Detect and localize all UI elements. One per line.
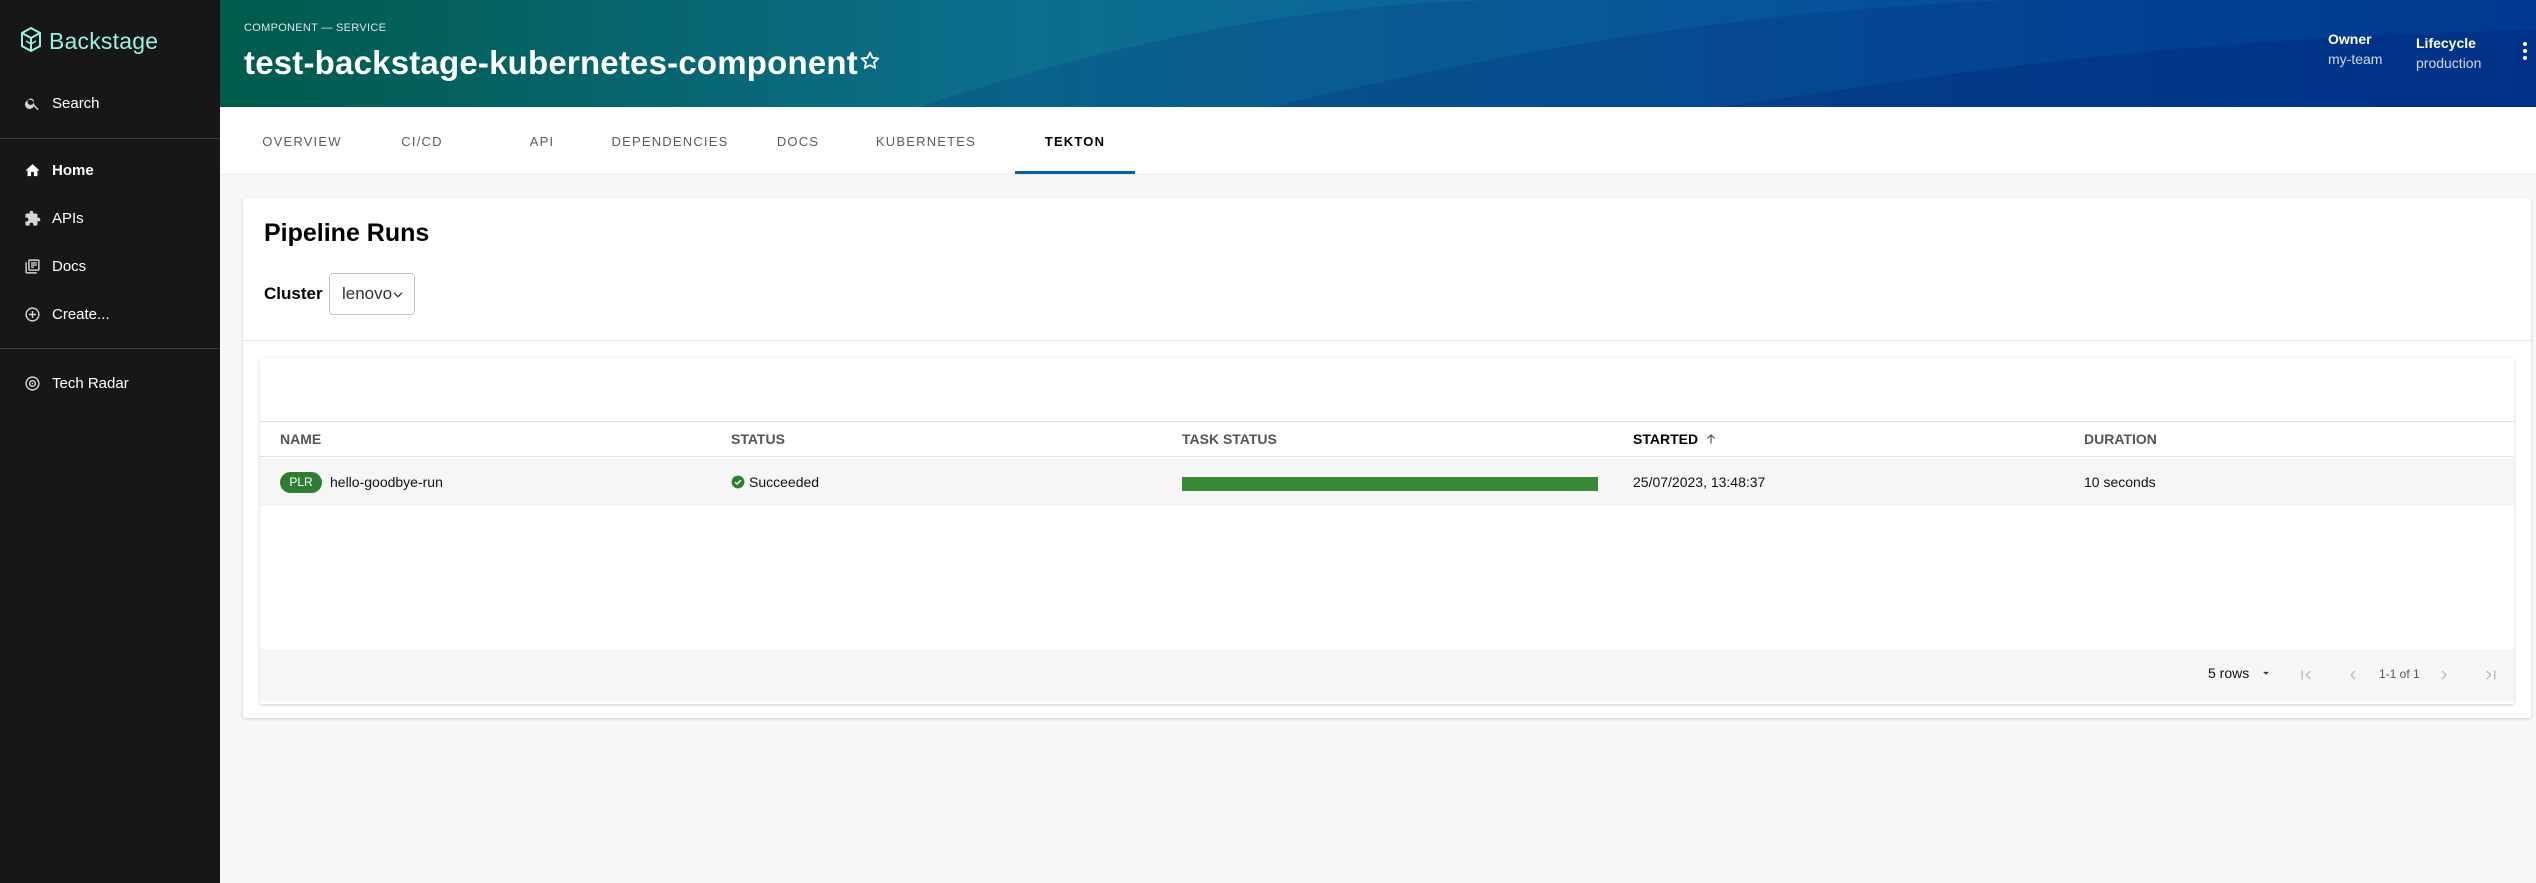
sidebar-item-home[interactable]: Home	[0, 152, 220, 188]
cluster-select[interactable]: lenovo	[329, 273, 415, 315]
column-header-task-status[interactable]: TASK STATUS	[1182, 422, 1277, 456]
sidebar-search[interactable]: Search	[0, 85, 220, 121]
tab-docs[interactable]: DOCS	[738, 107, 858, 175]
column-header-started-label: STARTED	[1633, 431, 1699, 447]
tab-kubernetes[interactable]: KUBERNETES	[858, 107, 994, 175]
task-status-bar[interactable]	[1182, 477, 1598, 491]
sidebar-item-label: Docs	[52, 257, 87, 275]
status-text: Succeeded	[749, 474, 820, 490]
table-pagination: 5 rows 1-1 of 1	[260, 649, 2514, 701]
entity-tabs: OVERVIEW CI/CD API DEPENDENCIES DOCS KUB…	[220, 107, 2536, 175]
sidebar-divider	[0, 138, 220, 139]
search-icon	[23, 94, 41, 112]
pipeline-run-name[interactable]: hello-goodbye-run	[330, 474, 443, 490]
plr-badge: PLR	[280, 471, 322, 493]
table-row[interactable]: PLR hello-goodbye-run Succeeded 25/07/20…	[260, 458, 2514, 506]
sidebar: Backstage Search Home APIs Docs Create..…	[0, 0, 220, 883]
backstage-logo-icon	[21, 26, 41, 53]
cell-started: 25/07/2023, 13:48:37	[1633, 474, 1766, 490]
sidebar-divider	[0, 348, 220, 349]
add-circle-icon	[23, 305, 41, 323]
last-page-icon[interactable]	[2479, 663, 2503, 687]
owner-info: Owner my-team	[2328, 29, 2382, 69]
home-icon	[23, 161, 41, 179]
column-header-duration[interactable]: DURATION	[2084, 422, 2157, 456]
pagination-range: 1-1 of 1	[2379, 667, 2420, 681]
tab-dependencies[interactable]: DEPENDENCIES	[602, 107, 738, 175]
sidebar-item-docs[interactable]: Docs	[0, 248, 220, 284]
star-icon[interactable]	[858, 49, 882, 73]
cluster-label: Cluster	[264, 284, 323, 303]
first-page-icon[interactable]	[2294, 663, 2318, 687]
cell-name: PLR hello-goodbye-run	[280, 458, 443, 506]
sidebar-search-label: Search	[52, 94, 100, 112]
rows-per-page-value: 5 rows	[2208, 665, 2250, 681]
card-divider	[243, 340, 2531, 341]
library-icon	[23, 257, 41, 275]
page-title: test-backstage-kubernetes-component	[244, 44, 858, 81]
table-header: NAME STATUS TASK STATUS STARTED DURATION	[260, 421, 2514, 457]
cell-duration: 10 seconds	[2084, 474, 2156, 490]
lifecycle-label: Lifecycle	[2416, 35, 2476, 51]
more-vert-icon[interactable]	[2520, 40, 2530, 62]
column-header-started[interactable]: STARTED	[1633, 422, 1718, 456]
task-status-bar-fill	[1182, 477, 1598, 491]
column-header-status[interactable]: STATUS	[731, 422, 785, 456]
radar-icon	[23, 374, 41, 392]
pipeline-runs-card: Pipeline Runs Cluster lenovo NAME STATUS…	[243, 198, 2531, 718]
tab-api[interactable]: API	[482, 107, 602, 175]
arrow-up-icon	[1707, 434, 1715, 444]
sidebar-item-label: Home	[52, 161, 94, 179]
puzzle-icon	[23, 209, 41, 227]
lifecycle-value: production	[2416, 55, 2482, 71]
sidebar-item-label: Tech Radar	[52, 374, 129, 392]
header-breadcrumb: COMPONENT — SERVICE	[244, 22, 387, 34]
owner-label: Owner	[2328, 31, 2372, 47]
column-header-name[interactable]: NAME	[280, 422, 321, 456]
sidebar-item-label: Create...	[52, 305, 110, 323]
cell-task-status	[1182, 458, 1598, 506]
logo-text: Backstage	[49, 27, 159, 54]
pipeline-runs-table: NAME STATUS TASK STATUS STARTED DURATION…	[260, 358, 2514, 704]
tab-ci-cd[interactable]: CI/CD	[362, 107, 482, 175]
lifecycle-info: Lifecycle production	[2416, 33, 2481, 73]
sidebar-item-create[interactable]: Create...	[0, 296, 220, 332]
tab-overview[interactable]: OVERVIEW	[242, 107, 362, 175]
rows-per-page-select[interactable]: 5 rows	[2208, 665, 2273, 681]
next-page-icon[interactable]	[2432, 663, 2456, 687]
check-circle-icon	[731, 475, 745, 489]
entity-header: COMPONENT — SERVICE test-backstage-kuber…	[220, 0, 2536, 107]
active-tab-indicator	[1015, 171, 1135, 174]
sidebar-item-label: APIs	[52, 209, 84, 227]
previous-page-icon[interactable]	[2341, 663, 2365, 687]
backstage-logo[interactable]: Backstage	[20, 26, 158, 56]
chevron-down-icon	[393, 292, 403, 298]
owner-value[interactable]: my-team	[2328, 49, 2382, 69]
cell-status: Succeeded	[731, 458, 819, 506]
arrow-drop-down-icon	[2263, 671, 2270, 675]
card-title: Pipeline Runs	[264, 219, 430, 247]
sidebar-item-tech-radar[interactable]: Tech Radar	[0, 365, 220, 401]
tab-tekton[interactable]: TEKTON	[1015, 107, 1135, 175]
cluster-select-value: lenovo	[342, 284, 393, 303]
sidebar-item-apis[interactable]: APIs	[0, 200, 220, 236]
